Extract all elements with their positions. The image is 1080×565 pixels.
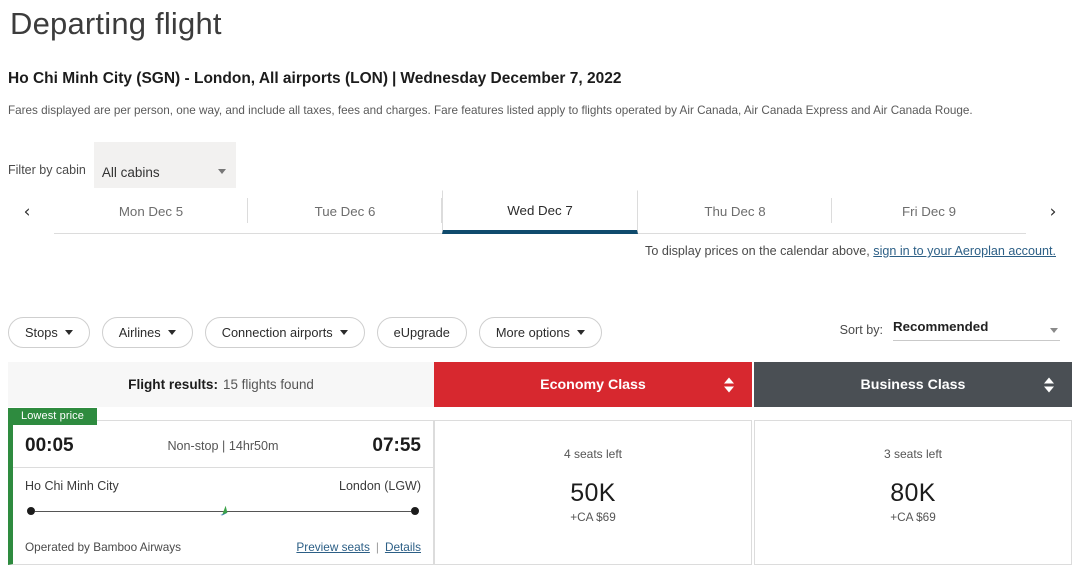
economy-seats-left: 4 seats left [563, 447, 623, 461]
departing-flight-page: Departing flight Ho Chi Minh City (SGN) … [0, 0, 1080, 565]
operated-by-label: Operated by Bamboo Airways [25, 540, 182, 554]
flight-card-links: Preview seats | Details [296, 540, 421, 554]
sort-value: Recommended [893, 319, 989, 334]
flight-results-label: Flight results: [128, 377, 219, 392]
airplane-icon [220, 505, 228, 516]
sort-label: Sort by: [839, 323, 883, 337]
arrival-time: 07:55 [372, 435, 421, 456]
flight-operator-row: Operated by Bamboo Airways Preview seats… [13, 540, 433, 554]
filter-connection-airports-label: Connection airports [221, 325, 333, 340]
chevron-down-icon [217, 169, 226, 174]
business-price-cell[interactable]: 3 seats left 80K +CA $69 [754, 420, 1072, 565]
economy-class-label: Economy Class [540, 376, 646, 393]
path-line [35, 505, 411, 516]
route-summary: Ho Chi Minh City (SGN) - London, All air… [8, 70, 621, 88]
flight-details-card: Lowest price 00:05 Non-stop | 14hr50m 07… [8, 408, 434, 565]
flight-cities: Ho Chi Minh City London (LGW) [13, 479, 433, 493]
chevron-down-icon [167, 330, 176, 335]
filter-eupgrade-label: eUpgrade [393, 325, 450, 340]
filter-eupgrade-button[interactable]: eUpgrade [376, 317, 467, 348]
date-tab-tue-dec-6[interactable]: Tue Dec 6 [248, 190, 442, 234]
prev-dates-button[interactable]: ‹ [0, 190, 54, 234]
economy-price-tax: +CA $69 [570, 510, 616, 524]
date-navigation-bar: ‹ Mon Dec 5 Tue Dec 6 Wed Dec 7 Thu Dec … [0, 190, 1080, 234]
date-tab-thu-dec-8[interactable]: Thu Dec 8 [638, 190, 832, 234]
chevron-down-icon [64, 330, 73, 335]
cabin-filter-label: Filter by cabin [8, 163, 86, 177]
date-tab-fri-dec-9[interactable]: Fri Dec 9 [832, 190, 1026, 234]
route-cities: Ho Chi Minh City (SGN) - London, All air… [8, 70, 388, 87]
flight-path-graphic [27, 505, 419, 517]
flight-results-count: 15 flights found [223, 377, 314, 392]
cabin-filter: Filter by cabin All cabins [8, 142, 236, 188]
flight-result-row: Lowest price 00:05 Non-stop | 14hr50m 07… [8, 408, 1072, 565]
business-class-column-header[interactable]: Business Class [754, 362, 1072, 407]
filter-more-options-button[interactable]: More options [478, 317, 602, 348]
sort-updown-icon[interactable] [1044, 377, 1054, 392]
filter-airlines-label: Airlines [118, 325, 161, 340]
date-tab-wed-dec-7[interactable]: Wed Dec 7 [442, 190, 638, 234]
flight-results-summary: Flight results: 15 flights found [8, 362, 434, 407]
fare-disclaimer: Fares displayed are per person, one way,… [8, 104, 973, 117]
sort-updown-icon[interactable] [724, 377, 734, 392]
filter-stops-button[interactable]: Stops [8, 317, 90, 348]
business-price-tax: +CA $69 [890, 510, 936, 524]
results-header: Flight results: 15 flights found Economy… [8, 362, 1072, 407]
next-dates-button[interactable]: › [1026, 190, 1080, 234]
links-divider: | [375, 540, 379, 554]
date-tab-mon-dec-5[interactable]: Mon Dec 5 [54, 190, 248, 234]
economy-class-column-header[interactable]: Economy Class [434, 362, 752, 407]
destination-dot-icon [411, 507, 419, 515]
filter-airlines-button[interactable]: Airlines [101, 317, 193, 348]
cabin-select-value: All cabins [101, 164, 160, 180]
details-link[interactable]: Details [385, 540, 421, 554]
economy-price-cell[interactable]: 4 seats left 50K +CA $69 [434, 420, 752, 565]
aeroplan-note-text: To display prices on the calendar above, [645, 244, 874, 258]
stops-and-duration: Non-stop | 14hr50m [167, 439, 279, 453]
lowest-price-badge: Lowest price [8, 408, 97, 425]
business-price: 80K [890, 479, 936, 507]
filter-pills: Stops Airlines Connection airports eUpgr… [8, 317, 602, 348]
route-date: Wednesday December 7, 2022 [400, 70, 622, 87]
preview-seats-link[interactable]: Preview seats [296, 540, 369, 554]
date-tabs: Mon Dec 5 Tue Dec 6 Wed Dec 7 Thu Dec 8 … [54, 190, 1026, 234]
aeroplan-signin-note: To display prices on the calendar above,… [645, 244, 1056, 258]
page-title: Departing flight [10, 6, 222, 41]
filter-more-options-label: More options [495, 325, 570, 340]
business-class-label: Business Class [860, 376, 966, 393]
sort-select[interactable]: Recommended [893, 318, 1060, 341]
route-separator: | [392, 70, 397, 87]
chevron-down-icon [576, 330, 585, 335]
flight-times: 00:05 Non-stop | 14hr50m 07:55 [13, 429, 433, 463]
aeroplan-signin-link[interactable]: sign in to your Aeroplan account. [873, 244, 1056, 258]
filter-stops-label: Stops [25, 325, 58, 340]
chevron-down-icon [339, 330, 348, 335]
departure-time: 00:05 [25, 435, 74, 456]
origin-city: Ho Chi Minh City [25, 479, 119, 493]
cabin-select[interactable]: All cabins [93, 142, 236, 188]
economy-price: 50K [570, 479, 616, 507]
sort-control: Sort by: Recommended [840, 318, 1060, 341]
chevron-down-icon [1050, 328, 1058, 333]
business-seats-left: 3 seats left [883, 447, 943, 461]
destination-city: London (LGW) [339, 479, 421, 493]
divider [13, 467, 433, 468]
filter-connection-airports-button[interactable]: Connection airports [204, 317, 365, 348]
origin-dot-icon [27, 507, 35, 515]
